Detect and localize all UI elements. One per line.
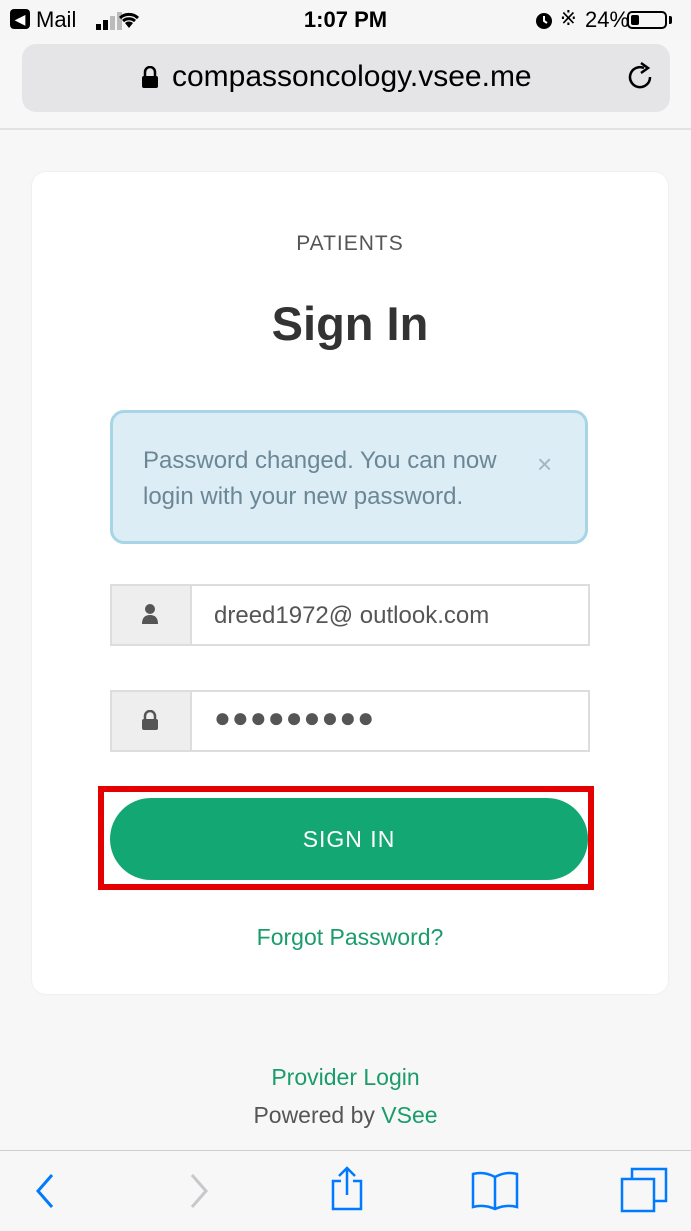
header-divider	[0, 128, 691, 130]
battery-tip	[669, 16, 672, 24]
login-card: PATIENTS Sign In Password changed. You c…	[32, 172, 668, 994]
reload-icon[interactable]	[626, 62, 656, 92]
vsee-link[interactable]: VSee	[381, 1102, 437, 1128]
powered-by: Powered by VSee	[0, 1102, 691, 1129]
battery-icon	[627, 11, 667, 29]
lock-icon	[142, 710, 158, 730]
back-icon[interactable]	[34, 1171, 56, 1211]
status-bar: ◀ Mail 1:07 PM ※ 24%	[0, 0, 691, 40]
forward-icon[interactable]	[188, 1171, 210, 1211]
password-field-addon	[112, 692, 192, 750]
bookmarks-icon[interactable]	[470, 1171, 520, 1211]
password-input[interactable]: ●●●●●●●●●	[214, 702, 375, 734]
provider-login-link[interactable]: Provider Login	[0, 1064, 691, 1091]
browser-toolbar	[0, 1150, 691, 1231]
url-text[interactable]: compassoncology.vsee.me	[172, 60, 532, 94]
battery-percent: 24%	[585, 7, 630, 32]
alert-message: Password changed. You can now login with…	[143, 447, 497, 510]
lock-icon	[142, 66, 158, 88]
page-title: Sign In	[271, 297, 429, 350]
password-changed-alert: Password changed. You can now login with…	[110, 410, 588, 544]
address-bar[interactable]: compassoncology.vsee.me	[22, 44, 670, 112]
password-field[interactable]: ●●●●●●●●●	[110, 690, 590, 752]
powered-by-label: Powered by	[253, 1102, 375, 1128]
close-icon[interactable]: ×	[537, 449, 552, 480]
bluetooth-icon: ※	[560, 8, 577, 30]
email-field[interactable]: dreed1972@ outlook.com	[110, 584, 590, 646]
tabs-icon[interactable]	[620, 1167, 668, 1213]
user-icon	[142, 604, 158, 624]
forgot-password-link[interactable]: Forgot Password?	[32, 924, 668, 951]
email-field-addon	[112, 586, 192, 644]
audience-label: PATIENTS	[296, 232, 404, 255]
alarm-icon	[536, 13, 552, 29]
sign-in-button[interactable]: SIGN IN	[110, 798, 588, 880]
share-icon[interactable]	[330, 1165, 364, 1211]
email-input[interactable]: dreed1972@ outlook.com	[214, 602, 489, 630]
battery-level	[631, 15, 639, 25]
